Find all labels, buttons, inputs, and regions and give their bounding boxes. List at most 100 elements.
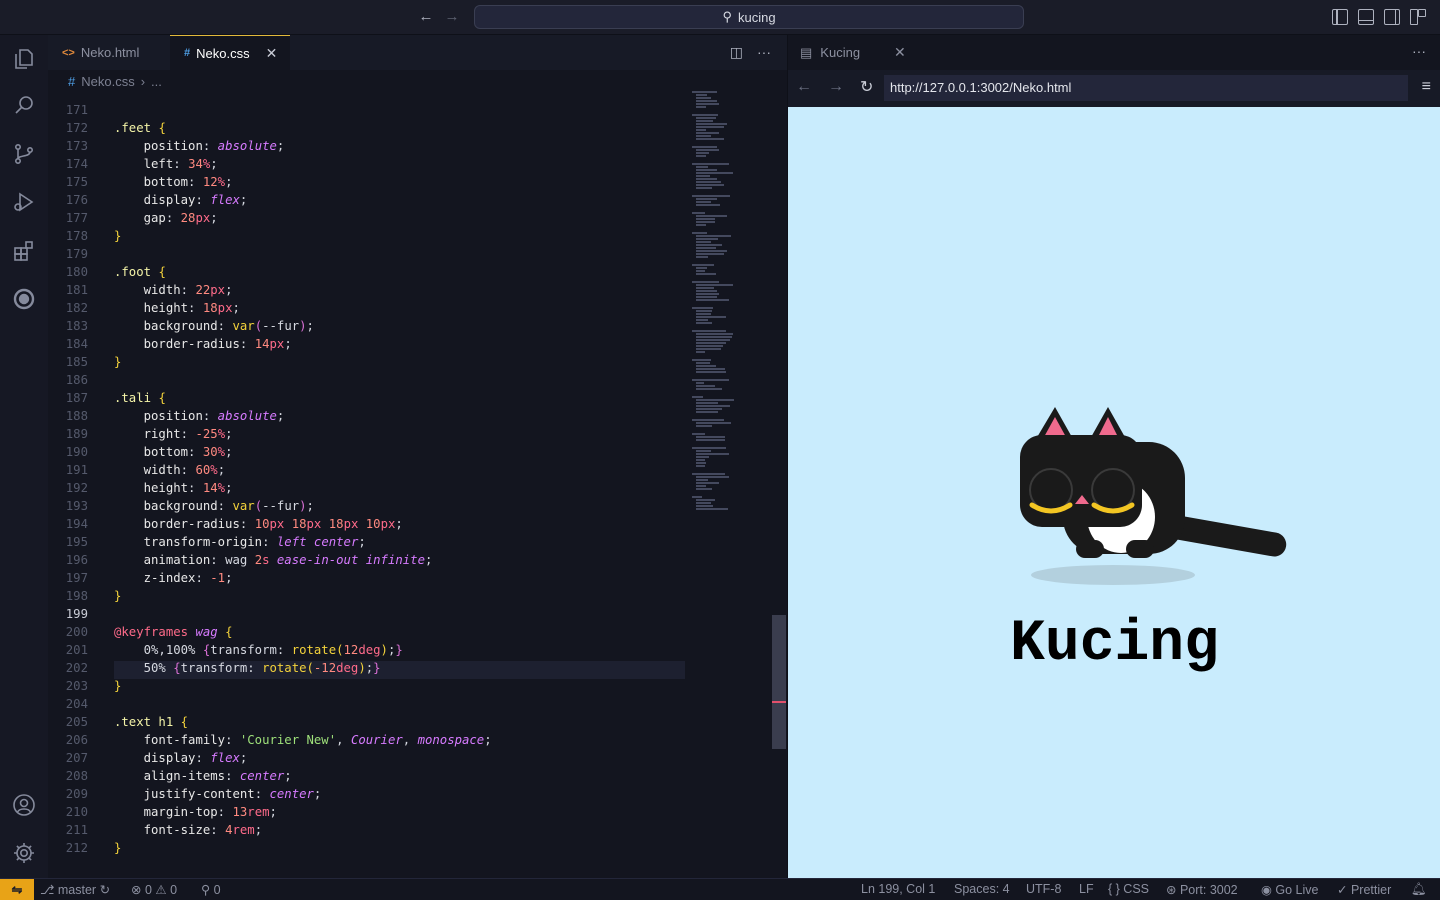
code-line: 190 bottom: 30%;: [65, 445, 233, 459]
back-arrow-icon[interactable]: ←: [796, 78, 812, 96]
code-editor[interactable]: 170} 171 172.feet { 173 position: absolu…: [48, 91, 688, 878]
indentation[interactable]: Spaces: 4: [954, 882, 1010, 896]
account-icon[interactable]: [12, 793, 36, 817]
browser-viewport: Kucing: [788, 107, 1440, 878]
cat-illustration: [1020, 407, 1287, 585]
minimap[interactable]: [688, 91, 772, 511]
code-line: 179: [65, 247, 88, 261]
code-line: 171: [65, 103, 88, 117]
ports-status[interactable]: ⚲ 0: [201, 882, 221, 897]
language-mode[interactable]: { } CSS: [1108, 882, 1149, 896]
browser-toolbar: ← → ↻ http://127.0.0.1:3002/Neko.html ≡: [788, 70, 1440, 107]
css-file-icon: #: [184, 47, 191, 59]
tab-label: Neko.html: [80, 45, 140, 60]
explorer-icon[interactable]: [12, 47, 36, 71]
forward-arrow-icon[interactable]: →: [444, 8, 460, 25]
editor-group: <> Neko.html # Neko.css ✕ ◫ ··· # Neko.c…: [48, 35, 787, 878]
settings-gear-icon[interactable]: [12, 841, 36, 865]
code-line: 173 position: absolute;: [65, 139, 285, 153]
close-icon[interactable]: ✕: [894, 44, 906, 61]
run-debug-icon[interactable]: [12, 190, 36, 214]
title-bar: ← → ⚲ kucing: [0, 0, 1440, 35]
url-input[interactable]: http://127.0.0.1:3002/Neko.html: [884, 75, 1408, 101]
extensions-icon[interactable]: [12, 239, 36, 263]
cat-foot: [1076, 540, 1104, 558]
branch-status[interactable]: ⎇ master ↻: [40, 882, 110, 897]
activity-bar: [0, 35, 48, 878]
code-line: 178}: [65, 229, 122, 243]
code-line: 187 .tali {: [65, 391, 166, 405]
code-line: 202 50% {transform: rotate(-12deg);}: [65, 661, 381, 675]
code-line: 188 position: absolute;: [65, 409, 285, 423]
code-line: 189 right: -25%;: [65, 427, 233, 441]
cat-shadow: [1031, 565, 1195, 585]
more-actions-icon[interactable]: ···: [1412, 43, 1426, 59]
code-line: 212}: [65, 841, 122, 855]
command-center-text: kucing: [737, 9, 776, 25]
code-line: 186: [65, 373, 88, 387]
search-icon[interactable]: [12, 93, 36, 117]
code-line: 194 border-radius: 10px 18px 18px 10px;: [65, 517, 403, 531]
breadcrumb: # Neko.css › ...: [68, 74, 162, 89]
split-editor-icon[interactable]: ◫: [730, 44, 743, 61]
code-line: 195 transform-origin: left center;: [65, 535, 366, 549]
forward-arrow-icon[interactable]: →: [828, 78, 844, 96]
toggle-panel-icon[interactable]: [1358, 9, 1374, 25]
editor-actions: ◫ ···: [730, 44, 771, 61]
css-file-icon: #: [68, 74, 76, 89]
end-of-line[interactable]: LF: [1079, 882, 1094, 896]
remote-indicator-icon[interactable]: ⇋: [0, 879, 34, 900]
back-arrow-icon[interactable]: ←: [418, 8, 434, 25]
code-line: 209 justify-content: center;: [65, 787, 322, 801]
code-line: 174 left: 34%;: [65, 157, 218, 171]
remote-icon[interactable]: [12, 287, 36, 311]
go-live-button[interactable]: ◉ Go Live: [1261, 882, 1318, 897]
encoding[interactable]: UTF-8: [1026, 882, 1061, 896]
close-icon[interactable]: ✕: [266, 45, 278, 62]
toggle-secondary-sidebar-icon[interactable]: [1384, 9, 1400, 25]
code-line: 197 z-index: -1;: [65, 571, 233, 585]
code-line: 175 bottom: 12%;: [65, 175, 233, 189]
breadcrumb-file[interactable]: Neko.css: [81, 74, 134, 89]
bell-icon[interactable]: 🔔︎: [1411, 882, 1427, 897]
toggle-primary-sidebar-icon[interactable]: [1332, 9, 1348, 25]
breadcrumb-symbol[interactable]: ...: [151, 74, 162, 89]
history-nav: ← →: [418, 8, 460, 25]
reload-icon[interactable]: ↻: [860, 77, 873, 97]
code-line: 193 background: var(--fur);: [65, 499, 314, 513]
code-line: 211 font-size: 4rem;: [65, 823, 263, 837]
menu-icon[interactable]: ≡: [1422, 78, 1431, 96]
code-line: 182 height: 18px;: [65, 301, 240, 315]
code-line: 183 background: var(--fur);: [65, 319, 314, 333]
code-line: 208 align-items: center;: [65, 769, 292, 783]
code-line: 201 0%,100% {transform: rotate(12deg);}: [65, 643, 403, 657]
more-actions-icon[interactable]: ···: [757, 44, 771, 61]
layout-controls: [1332, 9, 1426, 25]
port-status[interactable]: ⊛ Port: 3002: [1166, 882, 1238, 897]
customize-layout-icon[interactable]: [1410, 9, 1426, 25]
code-line: 191 width: 60%;: [65, 463, 226, 477]
html-file-icon: <>: [62, 46, 75, 59]
status-bar: ⇋ ⎇ master ↻ ⊗ 0 ⚠ 0 ⚲ 0 Ln 199, Col 1 S…: [0, 878, 1440, 900]
code-line: 192 height: 14%;: [65, 481, 233, 495]
command-center-search[interactable]: ⚲ kucing: [474, 5, 1024, 29]
source-control-icon[interactable]: [12, 142, 36, 166]
page-heading: Kucing: [1010, 612, 1219, 677]
cursor-position[interactable]: Ln 199, Col 1: [861, 882, 935, 896]
editor-tabs: <> Neko.html # Neko.css ✕ ◫ ···: [48, 35, 787, 70]
code-line: 184 border-radius: 14px;: [65, 337, 292, 351]
code-line: 177 gap: 28px;: [65, 211, 218, 225]
problems-status[interactable]: ⊗ 0 ⚠ 0: [131, 882, 177, 897]
cat-head: [1020, 435, 1142, 527]
code-line: 203}: [65, 679, 122, 693]
tab-label: Neko.css: [196, 45, 250, 61]
tab-neko-css[interactable]: # Neko.css ✕: [170, 35, 290, 70]
tab-kucing[interactable]: ▤ Kucing ✕: [788, 35, 906, 70]
browser-tab-icon: ▤: [800, 44, 813, 60]
prettier-status[interactable]: ✓ Prettier: [1337, 882, 1391, 897]
vertical-scrollbar[interactable]: [772, 615, 786, 749]
code-line: 198}: [65, 589, 122, 603]
code-line: 170}: [48, 91, 688, 93]
tab-neko-html[interactable]: <> Neko.html: [48, 35, 170, 70]
code-line: 181 width: 22px;: [65, 283, 233, 297]
